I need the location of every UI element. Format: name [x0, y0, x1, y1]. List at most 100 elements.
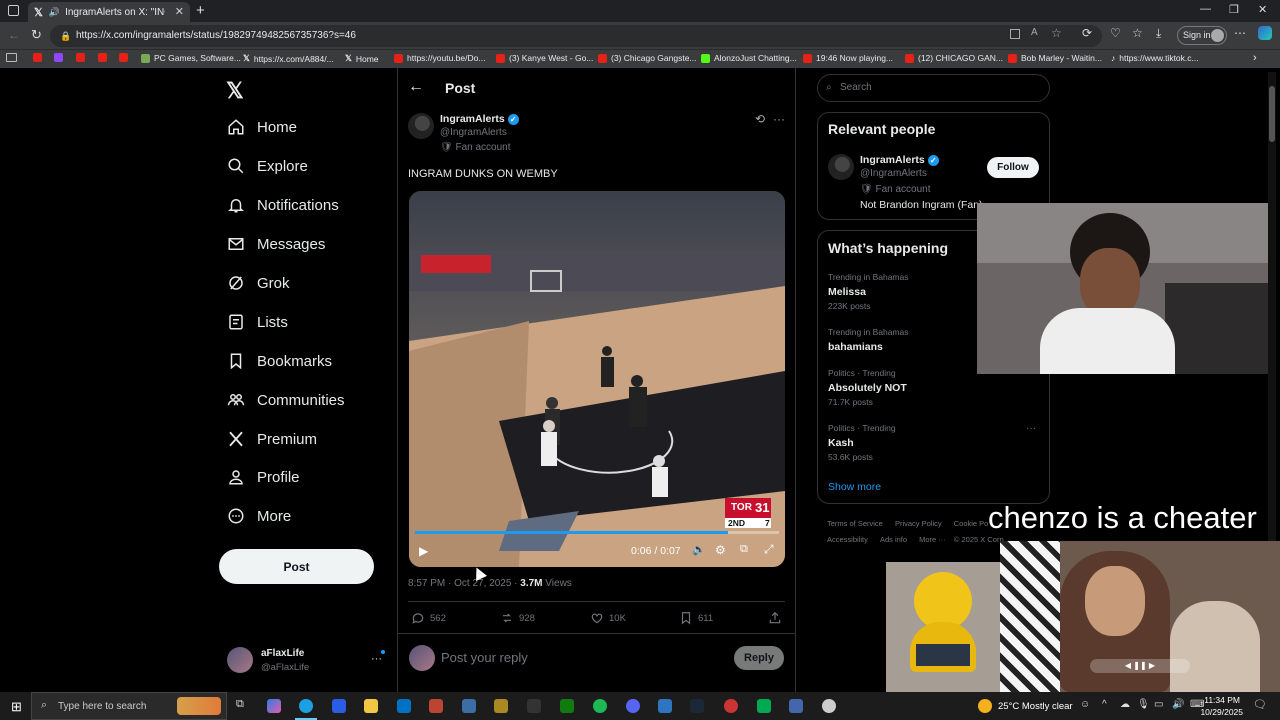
bookmark-item[interactable]: Bob Marley - Waitin...: [1008, 53, 1102, 63]
video-player[interactable]: TOR 31 2ND 7 ▶ 0:06 / 0:07 🔈 ⚙ ⧉ ⤢: [409, 191, 785, 567]
settings-gear-icon[interactable]: ⚙: [715, 543, 726, 557]
store-icon[interactable]: [332, 699, 346, 713]
bookmark-action[interactable]: 611: [679, 611, 713, 625]
steam-icon[interactable]: [690, 699, 704, 713]
youtube-icon[interactable]: [98, 53, 107, 62]
nav-notifications[interactable]: Notifications: [227, 196, 339, 214]
trend-more-icon[interactable]: ···: [1026, 423, 1036, 434]
follow-button[interactable]: Follow: [987, 157, 1039, 178]
chevron-right-icon[interactable]: ›: [1253, 52, 1257, 64]
footer-link[interactable]: Accessibility: [827, 535, 868, 544]
search-input[interactable]: ⌕ Search: [817, 74, 1050, 102]
download-icon[interactable]: ⤓: [1156, 26, 1161, 41]
nav-home[interactable]: Home: [227, 118, 297, 136]
nav-more[interactable]: More: [227, 507, 291, 525]
nav-lists[interactable]: Lists: [227, 313, 288, 331]
browser-tab[interactable]: 𝕏 🔊 IngramAlerts on X: "INGRAM... ✕: [28, 2, 190, 22]
back-arrow-icon[interactable]: ←: [408, 78, 424, 96]
speaker-icon[interactable]: 🔊: [49, 7, 60, 18]
bookmark-item[interactable]: PC Games, Software...: [141, 53, 241, 63]
tab-actions-icon[interactable]: [8, 5, 19, 16]
twitch-icon[interactable]: [54, 53, 63, 62]
app-icon[interactable]: [757, 699, 771, 713]
bookmark-item[interactable]: (3) Kanye West - Go...: [496, 53, 593, 63]
edge-icon[interactable]: [299, 699, 313, 713]
minimize-icon[interactable]: —: [1200, 3, 1211, 15]
refresh-icon[interactable]: ↻: [31, 27, 42, 43]
copilot-taskbar-icon[interactable]: [267, 699, 281, 713]
taskbar-search[interactable]: ⌕ Type here to search: [31, 692, 227, 720]
browser-essentials-icon[interactable]: ♡: [1110, 26, 1121, 40]
windows-start-icon[interactable]: ⊞: [11, 699, 22, 715]
nav-bookmarks[interactable]: Bookmarks: [227, 352, 332, 370]
trend-item[interactable]: Politics · Trending Absolutely NOT 71.7K…: [828, 368, 907, 407]
discord-icon[interactable]: [626, 699, 640, 713]
person-name-row[interactable]: IngramAlerts ✓: [860, 154, 939, 166]
extensions-icon[interactable]: ⟳: [1082, 26, 1092, 40]
media-controls-icon[interactable]: ◀ ❚❚ ▶: [1090, 659, 1190, 673]
bookmark-item[interactable]: ♪ https://www.tiktok.c...: [1111, 53, 1199, 63]
author-avatar[interactable]: [408, 113, 434, 139]
x-logo-icon[interactable]: 𝕏: [226, 78, 244, 104]
read-aloud-icon[interactable]: A: [1031, 27, 1038, 38]
footer-link[interactable]: More ···: [919, 535, 946, 544]
app-icon[interactable]: [462, 699, 476, 713]
bookmark-item[interactable]: 𝕏https://x.com/A884/...: [243, 53, 334, 64]
app-icon[interactable]: [822, 699, 836, 713]
notifications-icon[interactable]: 🗨: [1253, 698, 1267, 711]
favorite-star-icon[interactable]: ☆: [1051, 26, 1062, 40]
back-icon[interactable]: ←: [8, 28, 20, 42]
pip-icon[interactable]: ⧉: [740, 543, 748, 556]
app-icon[interactable]: [527, 699, 541, 713]
outlook-icon[interactable]: [397, 699, 411, 713]
author-handle[interactable]: @IngramAlerts: [440, 127, 507, 138]
bookmark-item[interactable]: 𝕏 Home: [345, 53, 379, 64]
chevron-up-icon[interactable]: ^: [1102, 699, 1107, 710]
app-icon[interactable]: [658, 699, 672, 713]
new-tab-button[interactable]: +: [196, 2, 205, 19]
network-icon[interactable]: ▭: [1154, 699, 1163, 710]
onedrive-icon[interactable]: ☁: [1120, 699, 1130, 710]
close-tab-icon[interactable]: ✕: [175, 5, 184, 18]
more-dots-icon[interactable]: ···: [371, 653, 382, 665]
app-icon[interactable]: [724, 699, 738, 713]
file-explorer-icon[interactable]: [364, 699, 378, 713]
task-view-icon[interactable]: ⧉: [236, 698, 244, 711]
bookmark-folder-icon[interactable]: [6, 53, 17, 62]
youtube-icon[interactable]: [119, 53, 128, 62]
bookmark-item[interactable]: 19:46 Now playing...: [803, 53, 893, 63]
xbox-icon[interactable]: [560, 699, 574, 713]
compose-post-button[interactable]: Post: [219, 549, 374, 584]
avatar[interactable]: [828, 154, 854, 180]
play-icon[interactable]: ▶: [419, 544, 428, 558]
volume-icon[interactable]: 🔈: [692, 543, 706, 556]
footer-link[interactable]: Ads info: [880, 535, 907, 544]
footer-link[interactable]: Privacy Policy: [895, 519, 942, 528]
bookmark-item[interactable]: AlonzoJust Chatting...: [701, 53, 797, 63]
trend-item[interactable]: Trending in Bahamas Melissa 223K posts: [828, 272, 908, 311]
scrollbar-thumb[interactable]: [1269, 86, 1275, 142]
app-icon[interactable]: [1010, 29, 1020, 39]
grok-explain-icon[interactable]: ⟲: [755, 112, 765, 126]
nav-profile[interactable]: Profile: [227, 468, 300, 486]
volume-icon[interactable]: 🔊: [1172, 699, 1184, 710]
trend-item[interactable]: Trending in Bahamas bahamians: [828, 327, 908, 353]
reply-button[interactable]: Reply: [734, 646, 784, 670]
weather-icon[interactable]: [978, 699, 992, 713]
fullscreen-icon[interactable]: ⤢: [764, 542, 774, 557]
reply-input[interactable]: Post your reply: [441, 650, 528, 665]
footer-link[interactable]: Cookie Po: [954, 519, 989, 528]
reply-action[interactable]: 562: [411, 611, 446, 625]
nav-explore[interactable]: Explore: [227, 157, 308, 175]
youtube-icon[interactable]: [33, 53, 42, 62]
repost-action[interactable]: 928: [500, 611, 535, 625]
maximize-icon[interactable]: ❐: [1229, 3, 1239, 16]
spotify-icon[interactable]: [593, 699, 607, 713]
app-icon[interactable]: [789, 699, 803, 713]
youtube-icon[interactable]: [76, 53, 85, 62]
video-progress-track[interactable]: [415, 531, 779, 534]
app-icon[interactable]: [429, 699, 443, 713]
address-bar[interactable]: 🔒 https://x.com/ingramalerts/status/1982…: [50, 25, 1102, 47]
people-icon[interactable]: ☺: [1080, 699, 1090, 710]
clock-date[interactable]: 10/29/2025: [1199, 707, 1243, 717]
